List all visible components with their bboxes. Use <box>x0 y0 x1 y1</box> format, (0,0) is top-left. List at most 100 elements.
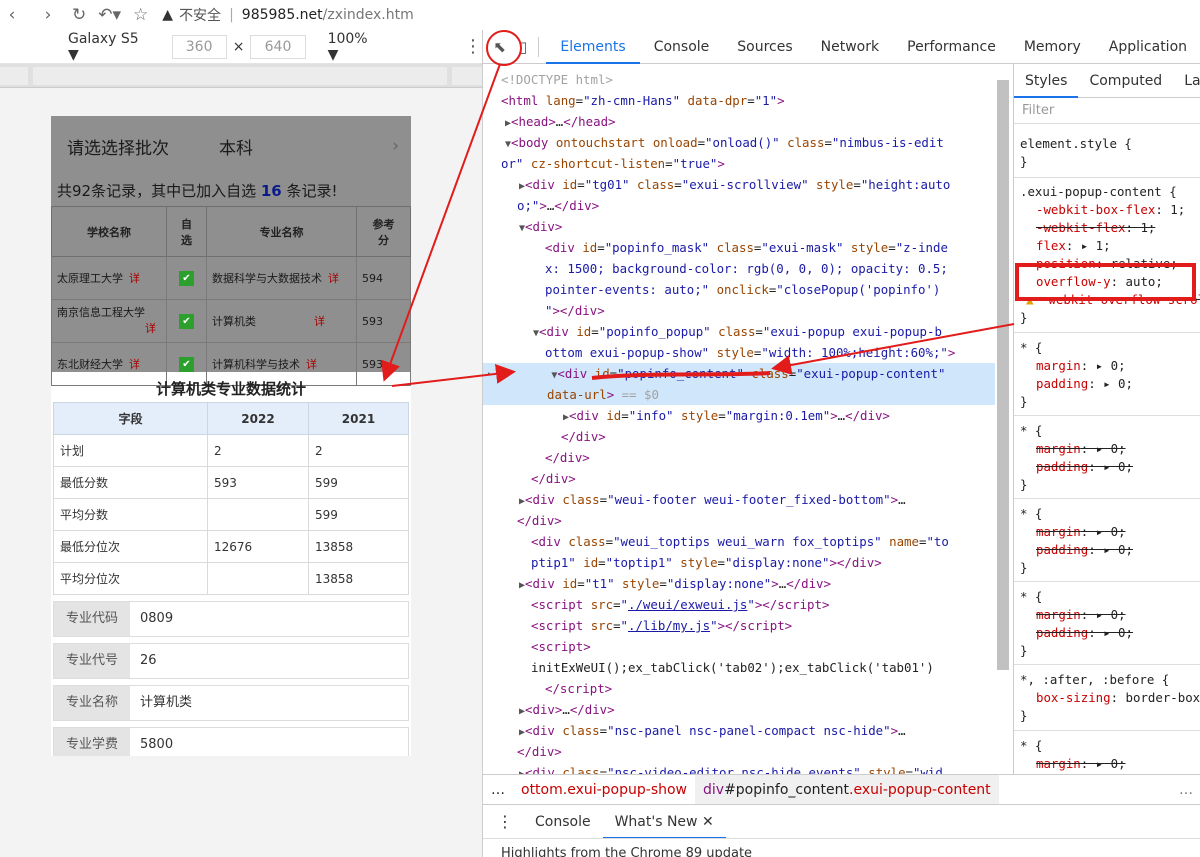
styles-filter-input[interactable]: Filter <box>1014 98 1200 124</box>
dom-line[interactable]: o;">…</div> <box>517 195 599 216</box>
count-prefix: 共92条记录，其中已加入自选 <box>57 182 261 200</box>
info-row: 专业名称 计算机类 <box>53 685 409 721</box>
breadcrumb: … ottom.exui-popup-show div#popinfo_cont… <box>483 774 1200 804</box>
tab-network[interactable]: Network <box>807 30 893 64</box>
close-icon[interactable]: ✕ <box>702 814 714 830</box>
dom-line[interactable]: ▶<head>…</head> <box>505 111 615 132</box>
dom-line[interactable]: <html lang="zh-cmn-Hans" data-dpr="1"> <box>501 90 785 111</box>
breadcrumb-more[interactable]: … <box>483 775 513 804</box>
zoom-select[interactable]: 100% ▼ <box>328 31 380 63</box>
dom-line-selected[interactable]: ··· ▼<div id="popinfo_content" class="exu… <box>483 363 995 384</box>
device-toggle-icon[interactable]: ▯ <box>516 37 529 57</box>
address-bar[interactable]: ▲ 不安全 | 985985.net/zxindex.htm <box>162 5 413 25</box>
popup-mask[interactable]: 请选选择批次 本科 › 共92条记录，其中已加入自选 16 条记录! 学校名称 … <box>51 116 411 386</box>
dom-line[interactable]: "></div> <box>545 300 605 321</box>
dom-line[interactable]: <script> <box>531 636 591 657</box>
info-value: 26 <box>140 653 157 668</box>
tab-console[interactable]: Console <box>640 30 724 64</box>
dom-line[interactable]: ▼<body ontouchstart onload="onload()" cl… <box>505 132 944 153</box>
dom-line[interactable]: ptip1" id="toptip1" style="display:none"… <box>531 552 882 573</box>
batch-picker[interactable]: 请选选择批次 本科 › <box>51 116 411 176</box>
breadcrumb-item-active[interactable]: div#popinfo_content.exui-popup-content <box>695 775 999 804</box>
col-major: 专业名称 <box>206 206 357 257</box>
check-icon[interactable]: ✔ <box>179 356 194 372</box>
dom-line[interactable]: ▼<div> <box>519 216 562 237</box>
table-row[interactable]: 南京信息工程大学详 ✔ 计算机类详 593 <box>51 299 411 343</box>
url-separator: | <box>229 7 234 23</box>
style-rule: * {margin: ▸ 0;padding: ▸ 0;} <box>1014 415 1200 498</box>
dom-line[interactable]: </div> <box>517 741 562 762</box>
check-icon[interactable]: ✔ <box>179 313 194 329</box>
table-row[interactable]: 太原理工大学详 ✔ 数据科学与大数据技术详 594 <box>51 256 411 300</box>
dom-line[interactable]: </script> <box>545 678 612 699</box>
style-rule: .exui-popup-content { -webkit-box-flex: … <box>1020 184 1200 325</box>
dom-line[interactable]: ▶<div class="nsc-panel nsc-panel-compact… <box>519 720 906 741</box>
inspect-element-icon[interactable]: ⬉ <box>493 37 506 57</box>
tab-elements[interactable]: Elements <box>546 30 640 64</box>
drawer-tab-whats-new[interactable]: What's New ✕ <box>602 805 726 839</box>
detail-link[interactable]: 详 <box>129 272 140 285</box>
media-query-ruler <box>0 64 482 88</box>
back-icon[interactable]: ‹ <box>0 5 24 25</box>
table-row: 平均分数 599 <box>53 498 409 531</box>
dom-line[interactable]: </div> <box>545 447 590 468</box>
more-options-icon[interactable]: ⋮ <box>464 36 482 57</box>
dom-line[interactable]: </div> <box>517 510 562 531</box>
breadcrumb-more-right[interactable]: … <box>1171 775 1200 804</box>
stats-cell <box>207 562 309 595</box>
detail-link[interactable]: 详 <box>328 272 339 285</box>
dom-line-selected[interactable]: data-url> == $0 <box>483 384 995 405</box>
major-cell: 计算机类 详 <box>206 299 357 343</box>
dom-line[interactable]: ottom exui-popup-show" style="width: 100… <box>545 342 955 363</box>
dom-line[interactable]: <div class="weui_toptips weui_warn fox_t… <box>531 531 949 552</box>
dom-line[interactable]: </div> <box>561 426 606 447</box>
detail-link[interactable]: 详 <box>145 322 156 335</box>
dom-line[interactable]: ▶<div class="weui-footer weui-footer_fix… <box>519 489 906 510</box>
width-input[interactable]: 360 <box>171 34 227 59</box>
tab-layout[interactable]: Lay <box>1173 64 1200 98</box>
breadcrumb-item[interactable]: ottom.exui-popup-show <box>513 775 695 804</box>
drawer-tab-console[interactable]: Console <box>523 805 603 839</box>
select-cell[interactable]: ✔ <box>166 256 207 300</box>
tab-memory[interactable]: Memory <box>1010 30 1095 64</box>
popup-content[interactable]: 计算机类专业数据统计 字段 2022 2021 计划 2 2 最低分数 593 599 … <box>51 372 411 756</box>
batch-picker-value: 本科 <box>219 138 253 159</box>
tab-application[interactable]: Application <box>1095 30 1200 64</box>
device-select[interactable]: Galaxy S5 ▼ <box>68 31 150 63</box>
dom-line[interactable]: initExWeUI();ex_tabClick('tab02');ex_tab… <box>531 657 934 678</box>
info-key: 专业名称 <box>54 686 130 720</box>
select-cell[interactable]: ✔ <box>166 299 207 343</box>
check-icon[interactable]: ✔ <box>179 270 194 286</box>
height-input[interactable]: 640 <box>250 34 306 59</box>
detail-link[interactable]: 详 <box>314 315 325 328</box>
tab-sources[interactable]: Sources <box>723 30 806 64</box>
undo-icon[interactable]: ↶▾ <box>98 5 121 25</box>
stats-cell: 平均分位次 <box>53 562 208 595</box>
drawer-menu-icon[interactable]: ⋮ <box>483 812 523 831</box>
dom-line[interactable]: <!DOCTYPE html> <box>501 69 613 90</box>
dom-line[interactable]: ▶<div id="info" style="margin:0.1em">…</… <box>563 405 890 426</box>
dom-line[interactable]: ▶<div>…</div> <box>519 699 615 720</box>
forward-icon[interactable]: › <box>36 5 60 25</box>
detail-link[interactable]: 详 <box>129 358 140 371</box>
dom-line[interactable]: <script src="./weui/exweui.js"></script> <box>531 594 829 615</box>
dom-line[interactable]: pointer-events: auto;" onclick="closePop… <box>545 279 940 300</box>
dom-line[interactable]: ▶<div id="tg01" class="exui-scrollview" … <box>519 174 950 195</box>
dom-tree[interactable]: <!DOCTYPE html> <html lang="zh-cmn-Hans"… <box>483 64 995 804</box>
reload-icon[interactable]: ↻ <box>72 5 86 25</box>
dom-line[interactable]: ▶<div id="t1" style="display:none">…</di… <box>519 573 831 594</box>
dom-line[interactable]: </div> <box>531 468 576 489</box>
dom-line[interactable]: <div id="popinfo_mask" class="exui-mask"… <box>545 237 948 258</box>
tab-performance[interactable]: Performance <box>893 30 1010 64</box>
tab-styles[interactable]: Styles <box>1014 64 1079 98</box>
dom-line[interactable]: x: 1500; background-color: rgb(0, 0, 0);… <box>545 258 948 279</box>
school-name: 东北财经大学 <box>57 358 123 371</box>
detail-link[interactable]: 详 <box>306 358 317 371</box>
dom-line[interactable]: ▼<div id="popinfo_popup" class="exui-pop… <box>533 321 942 342</box>
dom-line[interactable]: or" cz-shortcut-listen="true"> <box>501 153 725 174</box>
stats-cell: 13858 <box>308 562 409 595</box>
star-icon[interactable]: ☆ <box>133 5 148 25</box>
dom-scrollbar[interactable] <box>997 80 1009 670</box>
dom-line[interactable]: <script src="./lib/my.js"></script> <box>531 615 792 636</box>
tab-computed[interactable]: Computed <box>1078 64 1173 98</box>
